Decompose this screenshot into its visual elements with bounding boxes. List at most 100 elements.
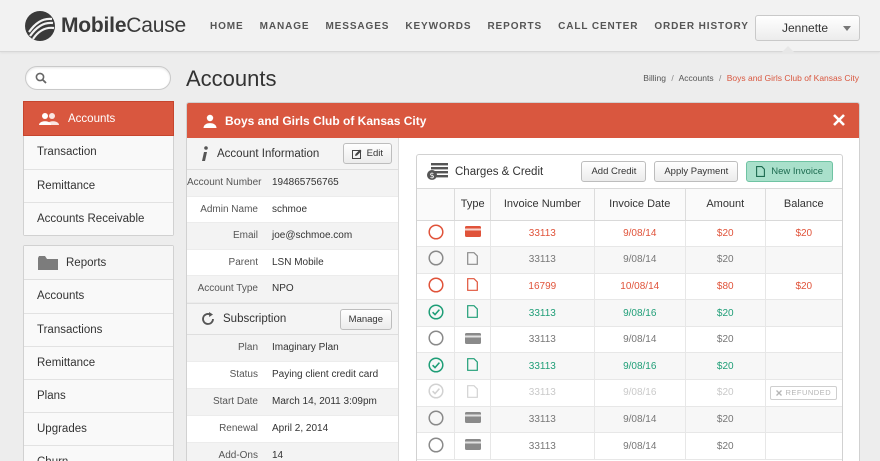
column-header[interactable]: Type bbox=[454, 189, 492, 221]
table-row[interactable]: 33113 9/08/14 $20 bbox=[417, 406, 842, 434]
logo[interactable]: MobileCause bbox=[24, 9, 186, 43]
info-value: joe@schmoe.com bbox=[272, 230, 353, 242]
nav-messages[interactable]: MESSAGES bbox=[325, 0, 389, 52]
status-cell[interactable] bbox=[417, 379, 456, 407]
sidebar-accounts-group: Accounts Transaction Remittance Accounts R… bbox=[23, 101, 174, 236]
status-cell[interactable] bbox=[417, 273, 456, 301]
apply-payment-button[interactable]: Apply Payment bbox=[654, 161, 739, 182]
subscription-header: Subscription Manage bbox=[187, 302, 398, 335]
invoice-number: 33113 bbox=[490, 326, 595, 354]
status-cell[interactable] bbox=[417, 246, 456, 274]
nav-call-center[interactable]: CALL CENTER bbox=[558, 0, 638, 52]
sidebar-reports-title: Reports bbox=[66, 256, 107, 269]
column-header[interactable]: Amount bbox=[685, 189, 766, 221]
status-cell[interactable] bbox=[417, 352, 456, 381]
status-cell[interactable] bbox=[417, 220, 456, 248]
table-row[interactable]: 33113 9/08/14 $20 $20 bbox=[417, 220, 842, 248]
check-circle-icon[interactable] bbox=[428, 357, 444, 376]
table-row[interactable]: 33113 9/08/16 $20 REFUNDED bbox=[417, 379, 842, 407]
table-row[interactable]: 33113 9/08/16 $20 bbox=[417, 352, 842, 381]
invoice-number: 33113 bbox=[490, 220, 595, 248]
invoice-date: 9/08/16 bbox=[594, 352, 686, 381]
subscription-title: Subscription bbox=[223, 312, 287, 325]
column-header[interactable]: Invoice Date bbox=[594, 189, 686, 221]
sidebar-item-transaction[interactable]: Transaction bbox=[24, 136, 173, 169]
folder-icon bbox=[38, 255, 58, 270]
type-cell bbox=[454, 379, 492, 407]
sidebar-item-transactions[interactable]: Transactions bbox=[24, 313, 173, 346]
table-row[interactable]: 33113 9/08/14 $20 bbox=[417, 326, 842, 354]
check-circle-icon[interactable] bbox=[428, 383, 444, 402]
breadcrumb-item[interactable]: Accounts bbox=[679, 73, 714, 83]
user-dropdown[interactable]: Jennette bbox=[755, 15, 860, 41]
sidebar-reports-header[interactable]: Reports bbox=[24, 246, 173, 280]
table-row[interactable]: 16799 10/08/14 $80 $20 bbox=[417, 273, 842, 301]
invoice-balance: $20 bbox=[765, 220, 842, 248]
x-icon bbox=[776, 389, 783, 396]
info-value: Paying client credit card bbox=[272, 369, 379, 380]
logo-icon bbox=[25, 11, 55, 41]
nav-keywords[interactable]: KEYWORDS bbox=[405, 0, 471, 52]
circle-icon[interactable] bbox=[428, 330, 444, 349]
account-card-header: Boys and Girls Club of Kansas City bbox=[187, 103, 859, 138]
nav-reports[interactable]: REPORTS bbox=[487, 0, 542, 52]
account-info-list: Account Number 194865756765 Admin Name schm… bbox=[187, 170, 398, 303]
column-header[interactable] bbox=[417, 189, 456, 221]
info-value: LSN Mobile bbox=[272, 256, 324, 268]
circle-icon[interactable] bbox=[428, 410, 444, 429]
manage-button[interactable]: Manage bbox=[339, 308, 392, 330]
sidebar-item-remittance[interactable]: Remittance bbox=[24, 169, 173, 202]
invoice-number: 33113 bbox=[490, 379, 595, 407]
sidebar-item-accounts[interactable]: Accounts bbox=[24, 280, 173, 313]
invoice-amount: $20 bbox=[685, 220, 766, 248]
close-icon[interactable] bbox=[831, 112, 847, 128]
invoice-amount: $20 bbox=[685, 299, 766, 327]
add-credit-button[interactable]: Add Credit bbox=[581, 161, 647, 182]
sidebar-item-upgrades[interactable]: Upgrades bbox=[24, 412, 173, 445]
circle-icon[interactable] bbox=[428, 224, 444, 243]
status-cell[interactable] bbox=[417, 326, 456, 354]
info-key: Admin Name bbox=[200, 203, 258, 215]
status-cell[interactable] bbox=[417, 432, 456, 460]
column-header[interactable]: Balance bbox=[765, 189, 842, 221]
type-cell bbox=[454, 273, 492, 301]
page-title: Accounts bbox=[186, 66, 277, 91]
edit-button[interactable]: Edit bbox=[342, 143, 392, 164]
sidebar-item-accounts-receivable[interactable]: Accounts Receivable bbox=[24, 202, 173, 235]
refresh-icon bbox=[201, 311, 215, 326]
new-invoice-button[interactable]: New Invoice bbox=[746, 161, 833, 182]
search-input[interactable] bbox=[52, 69, 162, 87]
info-row: Renewal April 2, 2014 bbox=[187, 416, 398, 443]
sidebar-item-remittance[interactable]: Remittance bbox=[24, 346, 173, 379]
column-header[interactable]: Invoice Number bbox=[490, 189, 595, 221]
sidebar-accounts-header[interactable]: Accounts bbox=[23, 101, 174, 136]
circle-icon[interactable] bbox=[428, 277, 444, 296]
circle-icon[interactable] bbox=[428, 436, 444, 456]
info-key: Add-Ons bbox=[218, 450, 258, 461]
invoice-number: 33113 bbox=[490, 406, 595, 434]
sidebar-item-plans[interactable]: Plans bbox=[24, 379, 173, 412]
info-key: Renewal bbox=[219, 423, 258, 434]
status-cell[interactable] bbox=[417, 299, 456, 327]
invoice-date: 9/08/14 bbox=[594, 432, 686, 460]
nav-order-history[interactable]: ORDER HISTORY bbox=[654, 0, 749, 52]
circle-icon[interactable] bbox=[428, 250, 444, 269]
invoice-table-body: 33113 9/08/14 $20 $20 33113 9/08/14 $20 16799 10… bbox=[417, 220, 842, 460]
sidebar-item-churn[interactable]: Churn bbox=[24, 445, 173, 461]
table-row[interactable]: 33113 9/08/16 $20 bbox=[417, 299, 842, 327]
search-box[interactable] bbox=[25, 66, 171, 90]
status-cell[interactable] bbox=[417, 406, 456, 434]
account-info-panel: Account Information Edit Account Number 1… bbox=[187, 138, 399, 461]
breadcrumb-current: Boys and Girls Club of Kansas City bbox=[726, 73, 859, 83]
nav-home[interactable]: HOME bbox=[210, 0, 244, 52]
breadcrumb-item[interactable]: Billing bbox=[643, 73, 666, 83]
charges-header: $ Charges & Credit Add Credit Apply Paym… bbox=[417, 155, 842, 189]
nav-manage[interactable]: MANAGE bbox=[260, 0, 310, 52]
charges-actions: Add Credit Apply Payment New Invoice bbox=[573, 161, 833, 182]
table-row[interactable]: 33113 9/08/14 $20 bbox=[417, 246, 842, 274]
table-row[interactable]: 33113 9/08/14 $20 bbox=[417, 432, 842, 460]
info-key: Status bbox=[229, 369, 258, 380]
document-icon bbox=[467, 278, 479, 294]
charges-panel: $ Charges & Credit Add Credit Apply Paym… bbox=[416, 154, 843, 461]
check-circle-icon[interactable] bbox=[428, 304, 444, 323]
